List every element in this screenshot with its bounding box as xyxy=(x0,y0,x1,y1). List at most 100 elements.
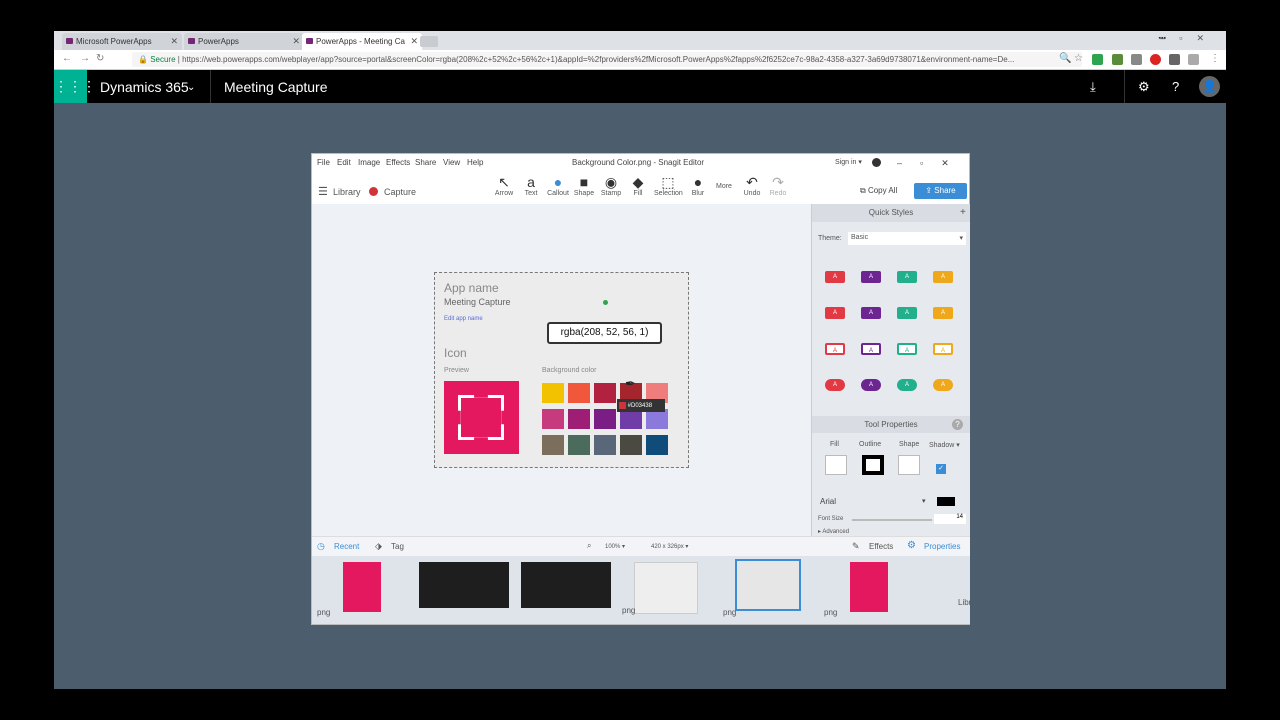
extension-icon[interactable] xyxy=(1169,54,1180,65)
browser-tab-powerapps[interactable]: PowerApps ✕ xyxy=(184,33,304,50)
quick-style-preset[interactable]: A xyxy=(897,307,917,319)
share-button[interactable]: ⇪ Share xyxy=(914,183,967,199)
menu-image[interactable]: Image xyxy=(358,158,380,167)
thumbnail[interactable] xyxy=(419,562,509,608)
font-select[interactable]: Arial xyxy=(820,497,836,506)
quick-style-preset[interactable]: A xyxy=(861,271,881,283)
close-tab-icon[interactable]: ✕ xyxy=(170,36,178,47)
menu-edit[interactable]: Edit xyxy=(337,158,351,167)
shape-picker[interactable] xyxy=(898,455,920,475)
menu-file[interactable]: File xyxy=(317,158,330,167)
browser-tab-meeting-capture[interactable]: PowerApps - Meeting Ca ✕ xyxy=(302,33,422,50)
chevron-down-icon[interactable]: ⌄ xyxy=(187,82,195,93)
callout-annotation[interactable]: rgba(208, 52, 56, 1) xyxy=(547,322,662,344)
capture-button[interactable]: Capture xyxy=(384,187,416,197)
menu-share[interactable]: Share xyxy=(415,158,436,167)
tool-selection[interactable]: ⬚ Selection xyxy=(654,174,683,197)
add-style-icon[interactable]: + xyxy=(960,207,966,218)
thumbnail[interactable] xyxy=(343,562,381,612)
thumbnail-selected[interactable] xyxy=(735,559,801,611)
thumbnail[interactable] xyxy=(850,562,888,612)
reload-icon[interactable]: ↻ xyxy=(96,53,104,64)
quick-style-preset[interactable]: A xyxy=(861,307,881,319)
quick-style-preset[interactable]: A xyxy=(897,379,917,391)
captured-image[interactable]: App name Meeting Capture Edit app name I… xyxy=(434,272,689,468)
quick-style-preset[interactable]: A xyxy=(825,307,845,319)
quick-style-preset[interactable]: A xyxy=(897,343,917,355)
redo-button[interactable]: ↷ Redo xyxy=(764,174,792,197)
app-launcher-icon[interactable]: ⋮⋮⋮ xyxy=(54,70,96,103)
help-icon[interactable]: ? xyxy=(952,419,963,430)
info-icon[interactable] xyxy=(872,158,881,167)
menu-help[interactable]: Help xyxy=(467,158,483,167)
extension-icon[interactable] xyxy=(1188,54,1199,65)
chevron-down-icon[interactable]: ▾ xyxy=(922,497,926,505)
effects-button[interactable]: Effects xyxy=(869,542,893,551)
opera-icon[interactable] xyxy=(1150,54,1161,65)
bookmark-star-icon[interactable]: ☆ xyxy=(1074,53,1083,64)
window-controls[interactable]: –▫✕ xyxy=(897,158,967,169)
quick-style-preset[interactable]: A xyxy=(933,379,953,391)
tool-stamp[interactable]: ◉ Stamp xyxy=(597,174,625,197)
thumbnail[interactable] xyxy=(634,562,698,614)
close-tab-icon[interactable]: ✕ xyxy=(410,36,418,47)
quick-style-preset[interactable]: A xyxy=(933,343,953,355)
properties-button[interactable]: Properties xyxy=(924,542,960,551)
window-controls[interactable]: –▫✕ xyxy=(1160,33,1218,44)
tool-text[interactable]: a Text xyxy=(517,174,545,197)
editor-canvas[interactable]: App name Meeting Capture Edit app name I… xyxy=(312,204,811,536)
new-tab-button[interactable] xyxy=(420,36,438,47)
menu-effects[interactable]: Effects xyxy=(386,158,410,167)
quick-style-preset[interactable]: A xyxy=(825,343,845,355)
quick-style-preset[interactable]: A xyxy=(825,379,845,391)
tool-blur[interactable]: ● Blur xyxy=(684,174,712,197)
tool-shape[interactable]: ■ Shape xyxy=(570,174,598,197)
menu-view[interactable]: View xyxy=(443,158,460,167)
quick-style-preset[interactable]: A xyxy=(825,271,845,283)
font-size-input[interactable]: 14 xyxy=(934,514,966,524)
tool-fill[interactable]: ◆ Fill xyxy=(624,174,652,197)
extension-icon[interactable] xyxy=(1112,54,1123,65)
tool-arrow[interactable]: ↖ Arrow xyxy=(490,174,518,197)
quick-style-preset[interactable]: A xyxy=(861,379,881,391)
extension-icon[interactable] xyxy=(1092,54,1103,65)
font-size-slider[interactable] xyxy=(852,519,932,521)
zoom-select[interactable]: 100% ▾ xyxy=(605,543,625,550)
theme-select[interactable]: Basic ▾ xyxy=(848,232,966,245)
image-size-select[interactable]: 420 x 326px ▾ xyxy=(651,543,688,550)
tool-callout[interactable]: ● Callout xyxy=(544,174,572,197)
copy-all-button[interactable]: ⧉ Copy All xyxy=(860,186,897,196)
browser-tab-microsoft-powerapps[interactable]: Microsoft PowerApps ✕ xyxy=(62,33,182,50)
library-shortcut-label[interactable]: Libr xyxy=(958,598,971,607)
gear-icon[interactable]: ⚙ xyxy=(1138,79,1150,95)
tag-tab[interactable]: Tag xyxy=(391,542,404,551)
library-button[interactable]: Library xyxy=(333,187,361,197)
quick-style-preset[interactable]: A xyxy=(933,271,953,283)
zoom-icon[interactable]: 🔍 xyxy=(1059,53,1071,64)
extension-icon[interactable] xyxy=(1131,54,1142,65)
product-name[interactable]: Dynamics 365 xyxy=(100,79,189,95)
close-tab-icon[interactable]: ✕ xyxy=(292,36,300,47)
rotate-handle[interactable] xyxy=(603,300,608,305)
url-field[interactable]: 🔒 Secure | https://web.powerapps.com/web… xyxy=(132,52,1082,67)
quick-style-preset[interactable]: A xyxy=(861,343,881,355)
quick-style-preset[interactable]: A xyxy=(897,271,917,283)
outline-picker[interactable] xyxy=(862,455,884,475)
forward-icon[interactable]: → xyxy=(80,53,90,64)
undo-button[interactable]: ↶ Undo xyxy=(738,174,766,197)
sign-in-button[interactable]: Sign in ▾ xyxy=(835,158,862,166)
thumbnail[interactable] xyxy=(521,562,611,608)
help-icon[interactable]: ? xyxy=(1172,79,1179,94)
font-color-picker[interactable] xyxy=(937,497,955,506)
menu-icon[interactable]: ⋮ xyxy=(1210,53,1220,64)
more-button[interactable]: More xyxy=(716,183,732,190)
download-icon[interactable]: ⤓ xyxy=(1090,79,1096,95)
shadow-checkbox[interactable]: ✓ xyxy=(936,464,946,474)
recent-tab[interactable]: Recent xyxy=(334,542,359,551)
back-icon[interactable]: ← xyxy=(62,53,72,64)
avatar[interactable]: 👤 xyxy=(1199,76,1220,97)
quick-style-preset[interactable]: A xyxy=(933,307,953,319)
advanced-toggle[interactable]: ▸ Advanced xyxy=(818,528,849,535)
fill-picker[interactable] xyxy=(825,455,847,475)
hamburger-icon[interactable]: ☰ xyxy=(318,185,328,198)
